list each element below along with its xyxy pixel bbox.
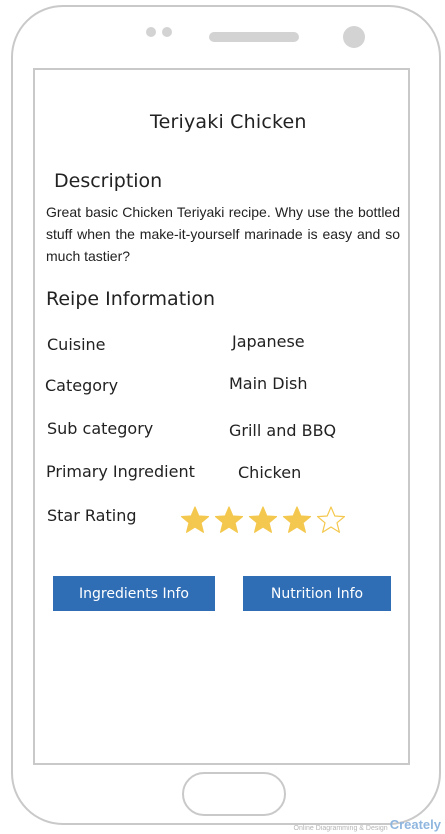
description-heading: Description bbox=[54, 170, 163, 192]
star-rating[interactable] bbox=[180, 505, 346, 535]
category-label: Category bbox=[45, 376, 119, 395]
sub-category-value: Grill and BBQ bbox=[229, 421, 337, 440]
sensor-dot bbox=[146, 27, 156, 37]
category-value: Main Dish bbox=[229, 374, 308, 393]
cuisine-label: Cuisine bbox=[47, 335, 106, 354]
star-filled-icon[interactable] bbox=[180, 505, 210, 535]
primary-ingredient-value: Chicken bbox=[238, 463, 302, 482]
page-title: Teriyaki Chicken bbox=[150, 111, 307, 133]
star-filled-icon[interactable] bbox=[248, 505, 278, 535]
recipe-info-heading: Reipe Information bbox=[46, 288, 216, 310]
star-empty-icon[interactable] bbox=[316, 505, 346, 535]
star-filled-icon[interactable] bbox=[214, 505, 244, 535]
sensor-dot bbox=[162, 27, 172, 37]
front-camera bbox=[343, 26, 365, 48]
description-text: Great basic Chicken Teriyaki recipe. Why… bbox=[46, 204, 400, 264]
ingredients-info-button[interactable]: Ingredients Info bbox=[53, 576, 215, 611]
primary-ingredient-label: Primary Ingredient bbox=[46, 462, 195, 481]
speaker-grille bbox=[209, 32, 299, 42]
watermark: Online Diagramming & Design Creately bbox=[294, 817, 441, 832]
sub-category-label: Sub category bbox=[47, 419, 154, 438]
star-filled-icon[interactable] bbox=[282, 505, 312, 535]
nutrition-info-button[interactable]: Nutrition Info bbox=[243, 576, 391, 611]
star-rating-label: Star Rating bbox=[47, 506, 137, 525]
watermark-tagline: Online Diagramming & Design bbox=[293, 825, 388, 832]
home-button[interactable] bbox=[182, 772, 286, 816]
creately-logo: Creately bbox=[389, 817, 441, 832]
cuisine-value: Japanese bbox=[232, 332, 305, 351]
